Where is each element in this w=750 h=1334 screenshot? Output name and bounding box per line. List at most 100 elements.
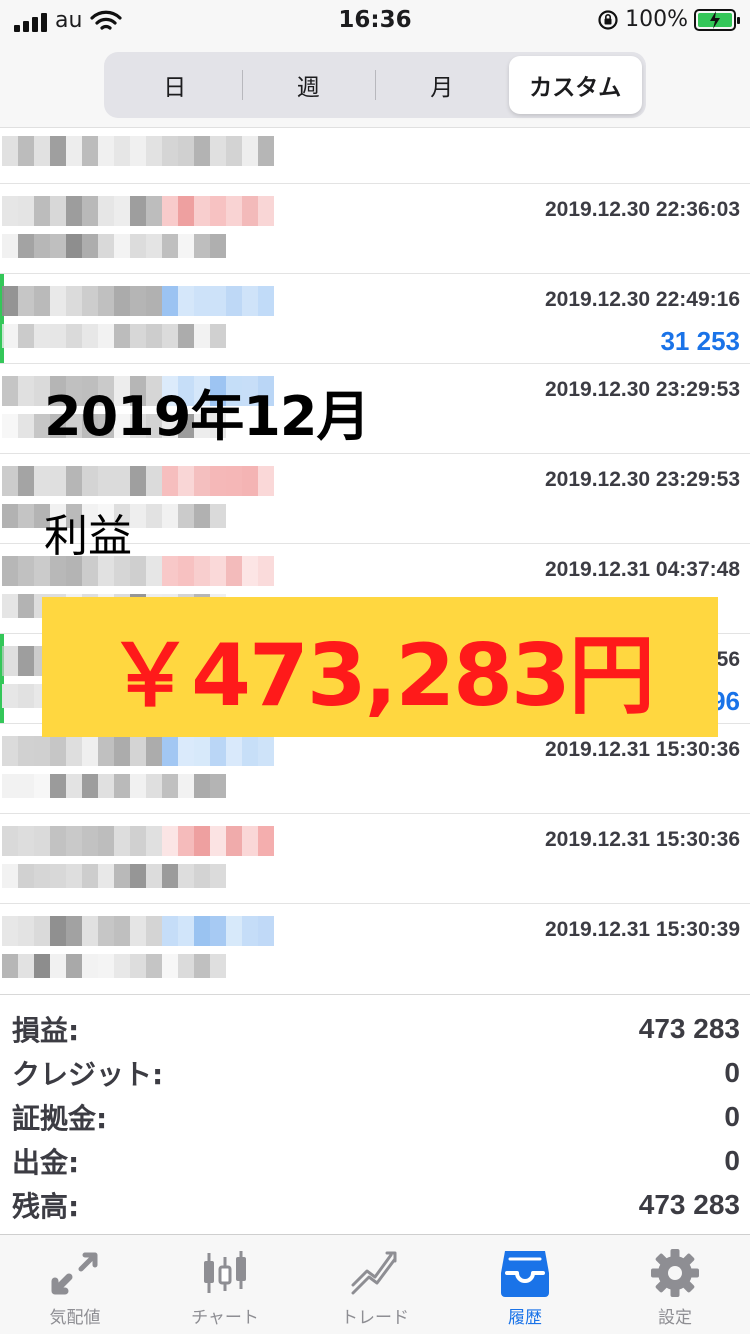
mosaic-block: [242, 556, 258, 586]
segment-week[interactable]: 週: [241, 56, 376, 114]
mosaic-block: [82, 324, 98, 348]
overlay-period-title: 2019年12月: [44, 385, 370, 448]
history-row[interactable]: 2019.12.30 22:49:16 31 253: [0, 274, 750, 364]
summary-row-credit: クレジット: 0: [12, 1053, 740, 1093]
tab-history[interactable]: 履歴: [450, 1235, 600, 1334]
segment-custom[interactable]: カスタム: [508, 56, 642, 114]
mosaic-block: [226, 136, 242, 166]
mosaic-block: [130, 324, 146, 348]
history-row[interactable]: [0, 128, 750, 184]
history-row[interactable]: 2019.12.31 15:30:39: [0, 904, 750, 994]
summary-label: 証拠金:: [12, 1102, 108, 1135]
bottom-tab-bar: 気配値 チャート トレード 履歴 設定: [0, 1234, 750, 1334]
mosaic-block: [146, 556, 162, 586]
mosaic-block: [66, 954, 82, 978]
mosaic-block: [114, 736, 130, 766]
row-time: 2019.12.30 23:29:53: [545, 378, 740, 401]
mosaic-block: [66, 234, 82, 258]
mosaic-block: [2, 286, 18, 316]
tab-chart[interactable]: チャート: [150, 1235, 300, 1334]
mosaic-block: [18, 646, 34, 676]
tab-trade[interactable]: トレード: [300, 1235, 450, 1334]
mosaic-block: [194, 916, 210, 946]
mosaic-block: [258, 556, 274, 586]
mosaic-block: [2, 556, 18, 586]
mosaic-block: [210, 556, 226, 586]
mosaic-block: [34, 286, 50, 316]
mosaic-block: [162, 916, 178, 946]
mosaic-block: [50, 864, 66, 888]
mosaic-block: [178, 864, 194, 888]
mosaic-block: [34, 234, 50, 258]
mosaic-block: [50, 196, 66, 226]
mosaic-block: [226, 286, 242, 316]
mosaic-block: [18, 916, 34, 946]
mosaic-block: [114, 324, 130, 348]
mosaic-block: [2, 864, 18, 888]
mosaic-block: [194, 736, 210, 766]
mosaic-block: [194, 774, 210, 798]
mosaic-block: [82, 774, 98, 798]
mosaic-block: [66, 286, 82, 316]
summary-value: 0: [724, 1145, 740, 1176]
mosaic-block: [66, 864, 82, 888]
row-time: 2019.12.31 04:37:48: [545, 558, 740, 581]
mosaic-block: [210, 916, 226, 946]
mosaic-block: [50, 466, 66, 496]
tab-label: 気配値: [49, 1308, 101, 1328]
mosaic-block: [146, 286, 162, 316]
mosaic-block: [194, 556, 210, 586]
mosaic-block: [2, 504, 18, 528]
mosaic-block: [146, 916, 162, 946]
mosaic-block: [50, 826, 66, 856]
mosaic-block: [50, 234, 66, 258]
mosaic-block: [130, 234, 146, 258]
mosaic-block: [66, 466, 82, 496]
mosaic-block: [130, 196, 146, 226]
tab-settings[interactable]: 設定: [600, 1235, 750, 1334]
mosaic-block: [18, 286, 34, 316]
summary-row-withdrawal: 出金: 0: [12, 1141, 740, 1181]
mosaic-block: [130, 736, 146, 766]
mosaic-block: [194, 286, 210, 316]
mosaic-block: [194, 324, 210, 348]
mosaic-block: [98, 916, 114, 946]
summary-value: 473 283: [638, 1189, 740, 1220]
mosaic-block: [82, 234, 98, 258]
tab-quotes[interactable]: 気配値: [0, 1235, 150, 1334]
mosaic-block: [2, 376, 18, 406]
mosaic-block: [66, 826, 82, 856]
mosaic-block: [114, 234, 130, 258]
row-profit: 31 253: [660, 326, 740, 356]
row-time: 2019.12.31 15:30:39: [545, 918, 740, 941]
mosaic-block: [2, 466, 18, 496]
mosaic-block: [162, 556, 178, 586]
mosaic-block: [178, 556, 194, 586]
mosaic-block: [98, 736, 114, 766]
segment-month[interactable]: 月: [375, 56, 509, 114]
history-row[interactable]: 2019.12.30 22:36:03: [0, 184, 750, 274]
row-time: 2019.12.30 22:49:16: [545, 288, 740, 311]
segment-day[interactable]: 日: [108, 56, 242, 114]
mosaic-block: [34, 196, 50, 226]
mosaic-block: [226, 826, 242, 856]
mosaic-block: [18, 414, 34, 438]
mosaic-block: [162, 466, 178, 496]
overlay-profit-label: 利益: [44, 511, 132, 562]
mosaic-block: [18, 736, 34, 766]
mosaic-block: [2, 234, 18, 258]
mosaic-block: [18, 954, 34, 978]
tab-label: トレード: [341, 1308, 409, 1328]
mosaic-block: [258, 736, 274, 766]
mosaic-block: [130, 954, 146, 978]
mosaic-block: [242, 196, 258, 226]
mosaic-block: [66, 774, 82, 798]
period-selector-bar: 日 週 月 カスタム: [0, 44, 750, 128]
history-row[interactable]: 2019.12.31 15:30:36: [0, 724, 750, 814]
mosaic-block: [130, 826, 146, 856]
mosaic-block: [114, 196, 130, 226]
mosaic-block: [34, 466, 50, 496]
mosaic-block: [226, 196, 242, 226]
mosaic-block: [18, 196, 34, 226]
history-row[interactable]: 2019.12.31 15:30:36: [0, 814, 750, 904]
